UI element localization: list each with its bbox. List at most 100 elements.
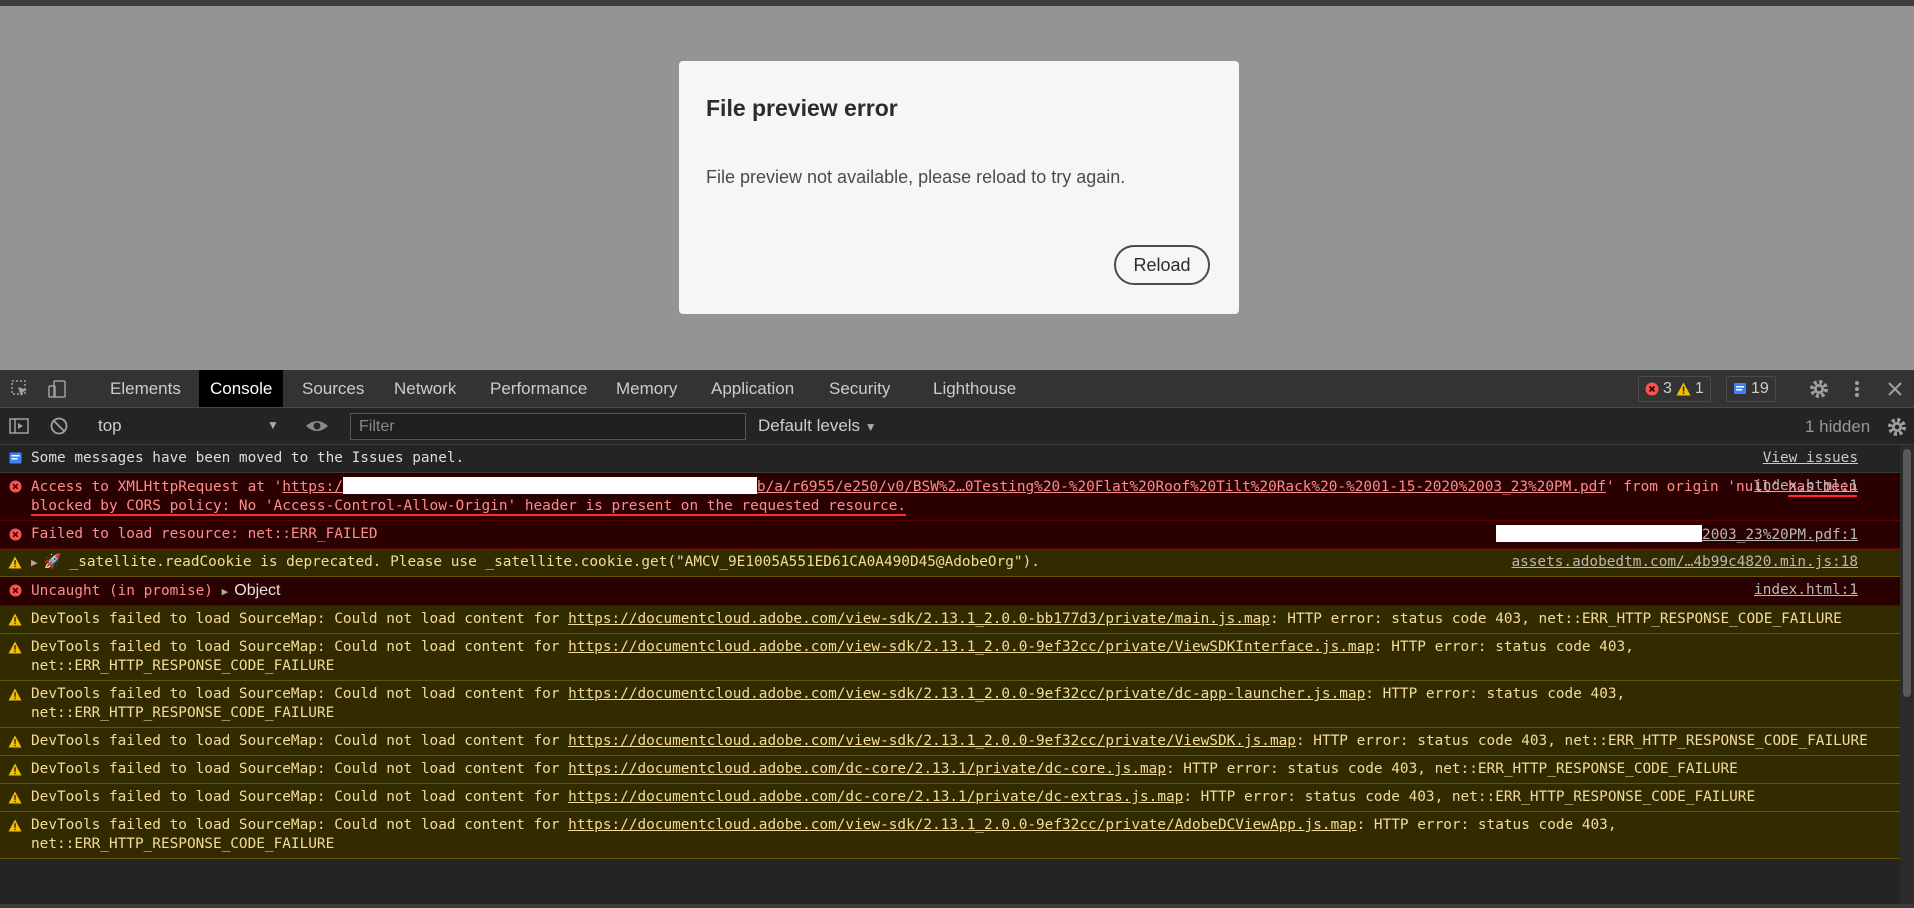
sourcemap-url-link[interactable]: https://documentcloud.adobe.com/view-sdk…: [568, 733, 1296, 749]
console-row-failed-resource: Failed to load resource: net::ERR_FAILED…: [0, 521, 1900, 549]
show-sidebar-icon[interactable]: [9, 416, 29, 436]
message-icon: [1734, 383, 1746, 394]
hidden-messages-count: 1 hidden: [1805, 417, 1871, 436]
expand-triangle-icon[interactable]: ▶: [31, 556, 38, 569]
error-icon: [1645, 382, 1659, 396]
warning-icon: [8, 762, 22, 776]
tab-application[interactable]: Application: [700, 370, 805, 407]
clear-console-icon[interactable]: [49, 416, 69, 436]
live-expression-eye-icon[interactable]: [305, 416, 329, 436]
redacted-block: [342, 477, 757, 494]
sourcemap-prefix: DevTools failed to load SourceMap: Could…: [31, 686, 560, 702]
failed-resource-text: Failed to load resource: net::ERR_FAILED: [31, 526, 378, 542]
satellite-source-link[interactable]: assets.adobedtm.com/…4b99c4820.min.js:18: [1511, 553, 1858, 572]
page-viewport: File preview error File preview not avai…: [0, 6, 1914, 370]
uncaught-object[interactable]: Object: [234, 582, 280, 599]
tab-performance[interactable]: Performance: [479, 370, 598, 407]
console-messages: Some messages have been moved to the Iss…: [0, 445, 1900, 908]
warning-count: 1: [1694, 380, 1704, 397]
sourcemap-error-text: : HTTP error: status code 403, net::ERR_…: [1165, 761, 1738, 777]
sourcemap-error-text: : HTTP error: status code 403, net::ERR_…: [1269, 611, 1842, 627]
tab-sources[interactable]: Sources: [291, 370, 375, 407]
failed-resource-source: 2003_23%20PM.pdf:1: [1702, 527, 1858, 543]
sourcemap-url-link[interactable]: https://documentcloud.adobe.com/dc-core/…: [568, 789, 1183, 805]
sourcemap-url-link[interactable]: https://documentcloud.adobe.com/view-sdk…: [568, 611, 1270, 627]
warning-icon: [8, 818, 22, 832]
failed-resource-source-link[interactable]: 2003_23%20PM.pdf:1: [1496, 525, 1858, 545]
execution-context-select[interactable]: top: [98, 416, 122, 436]
sourcemap-prefix: DevTools failed to load SourceMap: Could…: [31, 817, 560, 833]
error-count: 3: [1663, 380, 1672, 397]
sourcemap-prefix: DevTools failed to load SourceMap: Could…: [31, 789, 560, 805]
tab-console[interactable]: Console: [199, 370, 284, 407]
sourcemap-prefix: DevTools failed to load SourceMap: Could…: [31, 639, 560, 655]
sourcemap-error-text: : HTTP error: status code 403, net::ERR_…: [1183, 789, 1756, 805]
warning-icon: [8, 612, 22, 626]
console-row-sourcemap-warning: DevTools failed to load SourceMap: Could…: [0, 681, 1900, 728]
sourcemap-url-link[interactable]: https://documentcloud.adobe.com/view-sdk…: [568, 686, 1365, 702]
context-dropdown-icon[interactable]: ▼: [267, 418, 279, 432]
console-row-cors-error: Access to XMLHttpRequest at 'https:/ b/a/…: [0, 473, 1900, 521]
tab-elements[interactable]: Elements: [99, 370, 192, 407]
error-icon: [8, 583, 22, 597]
sourcemap-url-link[interactable]: https://documentcloud.adobe.com/dc-core/…: [568, 761, 1166, 777]
settings-gear-icon[interactable]: [1808, 378, 1830, 400]
sourcemap-prefix: DevTools failed to load SourceMap: Could…: [31, 761, 560, 777]
warning-icon: [8, 734, 22, 748]
error-icon: [8, 527, 22, 541]
sourcemap-error-text: : HTTP error: status code 403, net::ERR_…: [1295, 733, 1868, 749]
console-filterbar: top ▼ Default levels ▼ 1 hidden: [0, 408, 1914, 445]
console-filter-input[interactable]: [350, 413, 746, 440]
issues-moved-text: Some messages have been moved to the Iss…: [31, 450, 465, 466]
more-options-icon[interactable]: [1847, 379, 1867, 399]
console-row-issues-moved: Some messages have been moved to the Iss…: [0, 445, 1900, 473]
cors-source-link[interactable]: index.html:1: [1754, 477, 1858, 496]
devtools-tabbar: Elements Console Sources Network Perform…: [0, 370, 1914, 408]
cors-prefix: Access to XMLHttpRequest at ': [31, 479, 283, 495]
expand-object-icon[interactable]: ▶: [222, 585, 229, 598]
console-row-sourcemap-warning: DevTools failed to load SourceMap: Could…: [0, 634, 1900, 681]
file-preview-error-dialog: File preview error File preview not avai…: [679, 61, 1239, 314]
tab-lighthouse[interactable]: Lighthouse: [922, 370, 1027, 407]
uncaught-source-link[interactable]: index.html:1: [1754, 581, 1858, 600]
close-devtools-icon[interactable]: [1885, 379, 1905, 399]
warning-icon: [8, 687, 22, 701]
tab-memory[interactable]: Memory: [605, 370, 688, 407]
reload-button[interactable]: Reload: [1114, 245, 1210, 285]
console-row-uncaught-promise: Uncaught (in promise) ▶ Object index.html…: [0, 577, 1900, 606]
uncaught-text: Uncaught (in promise): [31, 583, 213, 599]
message-count: 19: [1751, 380, 1769, 397]
inspect-element-icon[interactable]: [10, 379, 30, 399]
console-row-sourcemap-warning: DevTools failed to load SourceMap: Could…: [0, 812, 1900, 859]
message-counter[interactable]: 19: [1726, 376, 1776, 402]
console-row-sourcemap-warning: DevTools failed to load SourceMap: Could…: [0, 728, 1900, 756]
console-row-sourcemap-warning: DevTools failed to load SourceMap: Could…: [0, 756, 1900, 784]
tab-network[interactable]: Network: [383, 370, 467, 407]
error-warning-counter[interactable]: 3 1: [1638, 376, 1711, 402]
warning-icon: [8, 555, 22, 569]
log-levels-dropdown[interactable]: Default levels ▼: [758, 416, 877, 436]
cors-url-end: b/a/r6955/e250/v0/BSW%2…0Testing%20-%20F…: [756, 479, 1606, 495]
rocket-icon: 🚀: [43, 554, 62, 570]
console-row-sourcemap-warning: DevTools failed to load SourceMap: Could…: [0, 606, 1900, 634]
redacted-block: [1496, 525, 1703, 542]
view-issues-link[interactable]: View issues: [1763, 449, 1858, 468]
warning-icon: [8, 640, 22, 654]
sourcemap-url-link[interactable]: https://documentcloud.adobe.com/view-sdk…: [568, 817, 1356, 833]
message-icon: [8, 451, 22, 465]
dialog-message: File preview not available, please reloa…: [706, 167, 1126, 187]
sourcemap-prefix: DevTools failed to load SourceMap: Could…: [31, 733, 560, 749]
error-icon: [8, 479, 22, 493]
log-levels-label: Default levels: [758, 416, 861, 435]
device-toolbar-icon[interactable]: [47, 379, 67, 399]
console-scrollbar[interactable]: [1900, 445, 1914, 908]
tab-security[interactable]: Security: [818, 370, 901, 407]
scrollbar-thumb[interactable]: [1903, 449, 1911, 697]
cors-request-url[interactable]: https:/ b/a/r6955/e250/v0/BSW%2…0Testing%…: [282, 477, 1606, 495]
satellite-warning-text: _satellite.readCookie is deprecated. Ple…: [69, 554, 1040, 570]
console-settings-gear-icon[interactable]: [1886, 416, 1908, 438]
window-bottom-edge: [0, 904, 1914, 908]
console-row-sourcemap-warning: DevTools failed to load SourceMap: Could…: [0, 784, 1900, 812]
warning-icon: [1676, 382, 1691, 396]
sourcemap-url-link[interactable]: https://documentcloud.adobe.com/view-sdk…: [568, 639, 1374, 655]
